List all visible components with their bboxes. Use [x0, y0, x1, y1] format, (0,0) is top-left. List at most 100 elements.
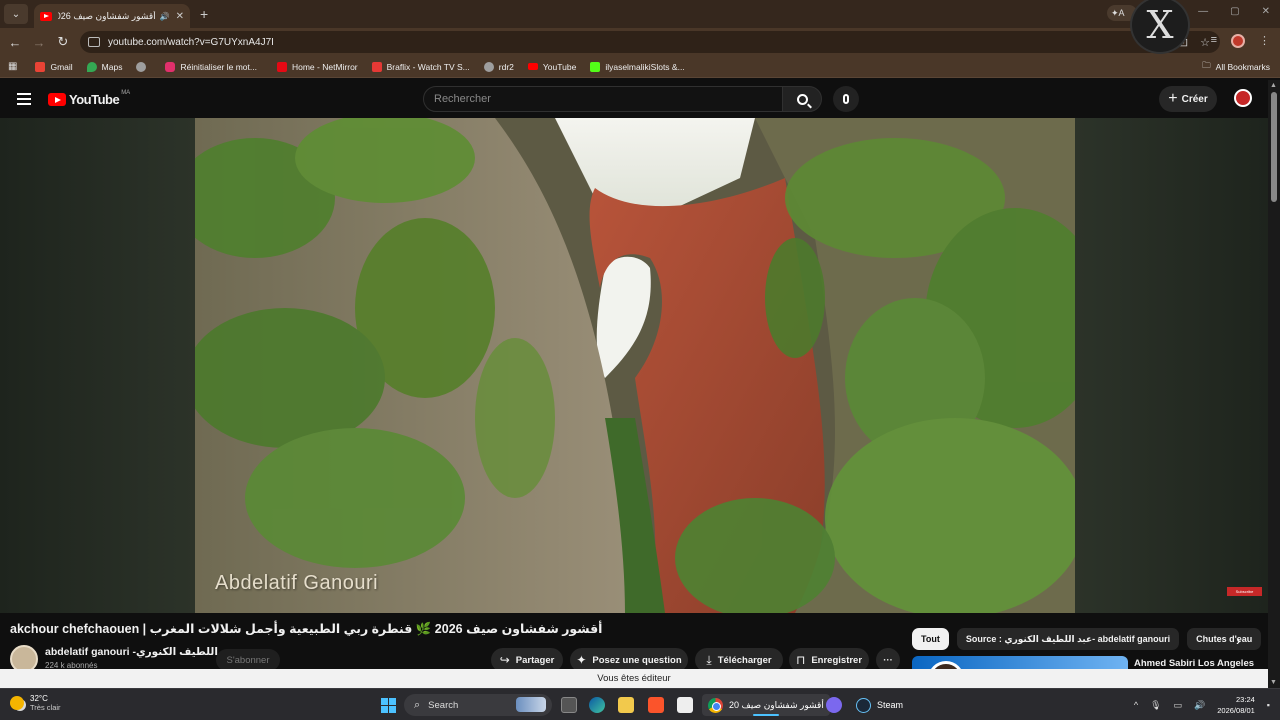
store-icon[interactable] — [677, 697, 693, 713]
taskbar-chrome-app[interactable]: أقشور شفشاون صيف 20 — [702, 694, 830, 716]
microphone-tray-icon[interactable]: 🎙 — [1150, 700, 1161, 711]
search-input[interactable]: Rechercher — [423, 86, 783, 112]
scroll-thumb[interactable] — [1271, 92, 1277, 202]
account-avatar[interactable] — [1234, 89, 1252, 107]
scroll-up-icon[interactable]: ▲ — [1270, 82, 1277, 89]
search-highlight-art — [516, 697, 546, 712]
bookmark-maps[interactable]: Maps — [86, 61, 122, 72]
reload-icon[interactable]: ↻ — [51, 34, 75, 50]
subscribe-overlay-badge[interactable]: Subscribe — [1227, 587, 1262, 596]
subscribe-button[interactable]: S'abonner — [216, 649, 280, 671]
create-button[interactable]: + Créer — [1159, 86, 1217, 112]
edge-icon[interactable] — [589, 697, 605, 713]
youtube-wordmark: YouTube — [69, 92, 120, 107]
tray-chevron-icon[interactable]: ^ — [1134, 700, 1138, 710]
all-bookmarks-button[interactable]: 🗀 All Bookmarks — [1202, 60, 1270, 74]
taskbar-search-label: Search — [428, 699, 459, 711]
page-scrollbar[interactable]: ▲ ▼ — [1268, 80, 1280, 688]
gmail-icon — [35, 61, 46, 72]
back-arrow-icon[interactable]: ← — [3, 35, 27, 50]
ambient-left — [0, 118, 195, 613]
chevron-right-icon[interactable]: › — [1236, 632, 1241, 648]
channel-name[interactable]: abdelatif ganouri -عبد اللطيف الكنوري — [45, 646, 238, 658]
youtube-play-icon — [48, 93, 66, 106]
media-controls-icon[interactable]: ≡ — [1211, 34, 1217, 48]
bookmark-gmail[interactable]: Gmail — [35, 61, 73, 72]
video-info-section: akchour chefchaouen | أقشور شفشاون صيف 2… — [0, 613, 1268, 682]
bookmark-rdr2[interactable]: rdr2 — [483, 61, 514, 72]
minimize-icon[interactable]: — — [1198, 6, 1208, 17]
address-bar[interactable]: youtube.com/watch?v=G7UYxnA4J7I ⇄ ⊡ ☆ — [80, 31, 1220, 53]
bookmark-label: Braflix - Watch TV S... — [386, 61, 470, 72]
weather-widget[interactable]: 32°C Très clair — [10, 694, 61, 712]
maximize-icon[interactable]: ▢ — [1230, 6, 1239, 17]
steam-label: Steam — [877, 700, 904, 710]
scroll-down-icon[interactable]: ▼ — [1270, 679, 1277, 686]
forward-arrow-icon[interactable]: → — [27, 35, 51, 50]
video-player[interactable]: Abdelatif Ganouri — [195, 118, 1075, 613]
tab-search-chevron-icon[interactable]: ⌄ — [4, 4, 28, 24]
hamburger-menu-icon[interactable] — [17, 93, 31, 105]
close-window-icon[interactable]: ✕ — [1262, 6, 1270, 17]
country-code: MA — [121, 89, 131, 96]
profile-avatar[interactable] — [1231, 34, 1245, 48]
time: 23:24 — [1236, 695, 1255, 704]
chip-waterfalls[interactable]: Chutes d'eau — [1187, 628, 1262, 650]
globe-icon — [483, 61, 494, 72]
bookmark-label: Gmail — [50, 61, 73, 72]
ask-label: Posez une question — [592, 654, 682, 666]
youtube-favicon-icon — [40, 11, 52, 21]
chip-all[interactable]: Tout — [912, 628, 949, 650]
search-button[interactable] — [782, 86, 822, 112]
youtube-logo[interactable]: YouTube MA — [48, 89, 131, 107]
network-icon[interactable]: ▭ — [1174, 700, 1183, 711]
date: 2026/08/01 — [1217, 706, 1255, 715]
bookmark-braflix[interactable]: Braflix - Watch TV S... — [371, 61, 470, 72]
menu-kebab-icon[interactable]: ⋮ — [1259, 34, 1270, 48]
task-view-icon[interactable] — [561, 697, 577, 713]
tab-title: أقشور شفشاون صيف 2026 ؛ — [58, 10, 156, 21]
search-icon — [796, 93, 808, 105]
bookmark-kick[interactable]: ilyaselmalikiSlots &... — [590, 61, 685, 72]
folder-icon: 🗀 — [1202, 59, 1211, 70]
bookmark-label: Home - NetMirror — [291, 61, 358, 72]
brave-icon[interactable] — [648, 697, 664, 713]
all-bookmarks-label: All Bookmarks — [1215, 61, 1270, 72]
new-tab-button[interactable]: + — [200, 6, 208, 22]
teams-icon[interactable] — [826, 697, 842, 713]
apps-grid-icon[interactable]: ▦ — [8, 61, 17, 72]
clock[interactable]: 23:24 2026/08/01 — [1217, 694, 1255, 716]
tab-close-icon[interactable]: ✕ — [176, 11, 184, 22]
volume-icon[interactable]: 🔊 — [1194, 700, 1205, 711]
bookmark-label: Réinitialiser le mot... — [180, 61, 257, 72]
file-explorer-icon[interactable] — [618, 697, 634, 713]
share-label: Partager — [515, 654, 555, 666]
bookmark-icon: ⊓ — [795, 653, 806, 667]
taskbar-search[interactable]: ⌕ Search — [404, 694, 552, 716]
speaker-icon[interactable]: 🔊 — [160, 12, 170, 21]
windows-start-icon[interactable] — [381, 698, 396, 713]
bookmark-netmirror[interactable]: Home - NetMirror — [276, 61, 358, 72]
youtube-icon — [527, 63, 538, 70]
steam-icon — [856, 697, 871, 713]
taskbar-steam-app[interactable]: Steam — [850, 694, 909, 716]
bookmark-star-icon[interactable]: ☆ — [1200, 36, 1210, 49]
bookmark-globe[interactable] — [136, 61, 151, 72]
create-label: Créer — [1181, 93, 1208, 105]
ambient-right — [1075, 118, 1268, 613]
plus-icon: + — [1168, 90, 1178, 107]
gorge-arch-scene — [195, 118, 1075, 613]
active-indicator — [753, 714, 779, 716]
youtube-header: YouTube MA Rechercher + Créer — [0, 80, 1268, 118]
site-info-icon[interactable] — [88, 37, 100, 47]
chrome-icon — [708, 697, 723, 713]
netmirror-icon — [276, 61, 287, 72]
browser-tab-active[interactable]: أقشور شفشاون صيف 2026 ؛ 🔊 ✕ — [34, 4, 190, 28]
recommended-title[interactable]: Ahmed Sabiri Los Angeles — [1134, 658, 1254, 669]
bookmark-youtube[interactable]: YouTube — [527, 62, 576, 72]
bookmark-instagram[interactable]: Réinitialiser le mot... — [165, 61, 257, 72]
save-label: Enregistrer — [811, 654, 863, 666]
chip-source[interactable]: Source : عبد اللطيف الكنوري- abdelatif g… — [956, 628, 1180, 650]
voice-search-button[interactable] — [833, 86, 859, 112]
notification-icon[interactable]: ▪ — [1267, 700, 1270, 710]
